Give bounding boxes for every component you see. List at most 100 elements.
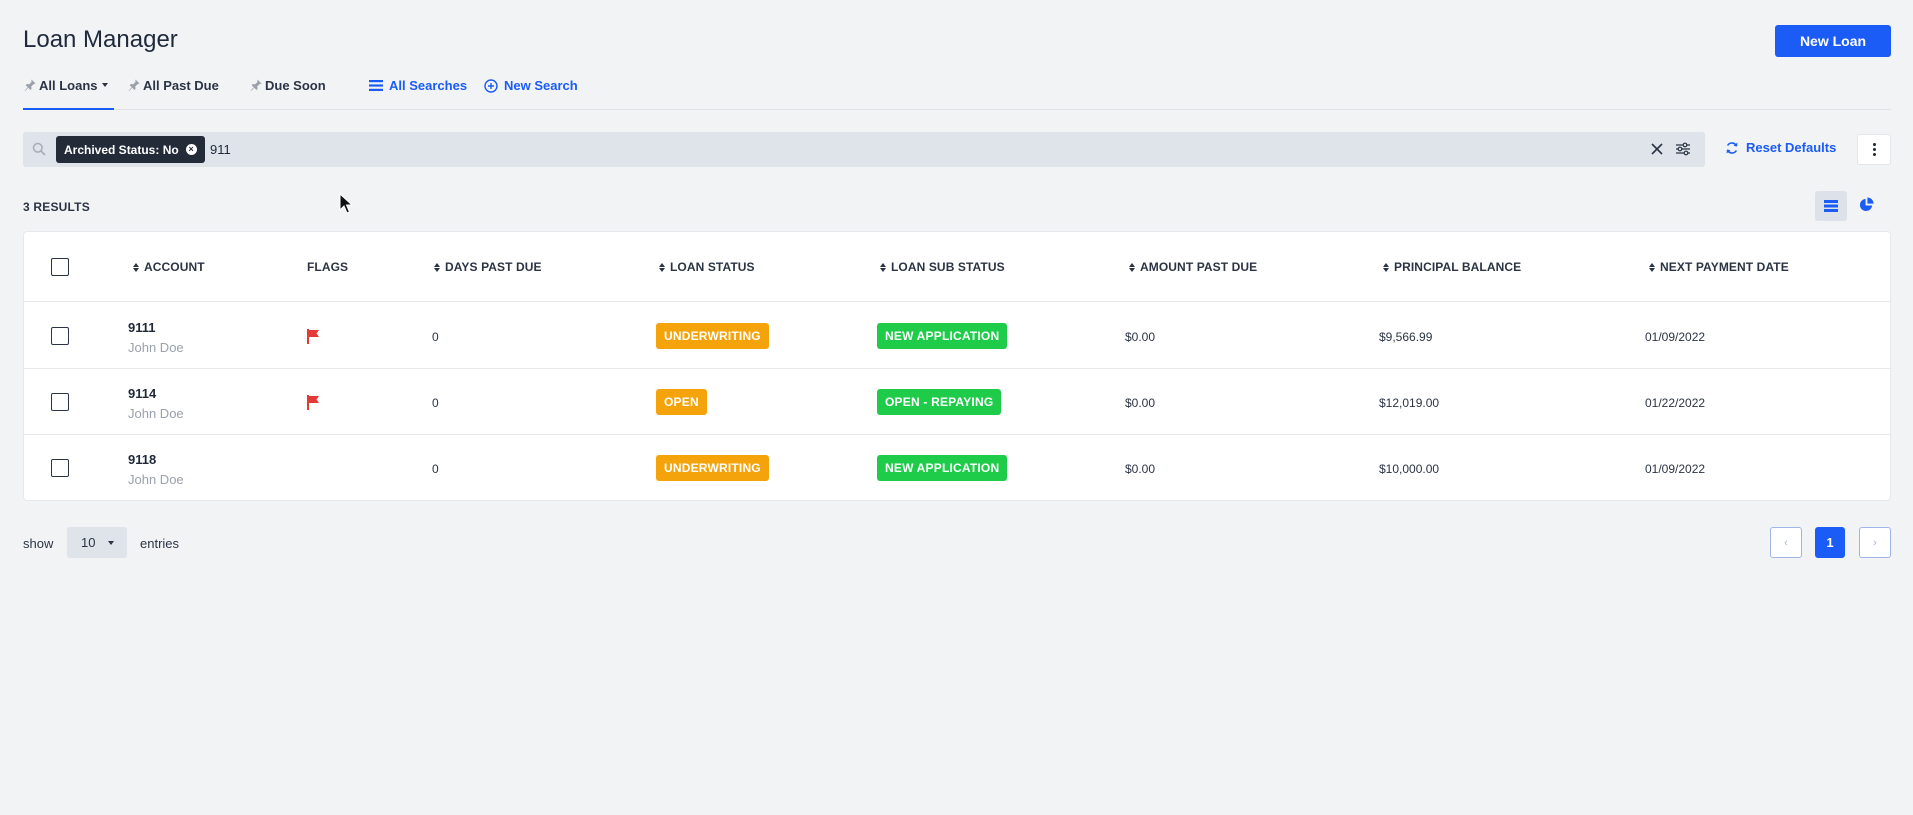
sort-icon <box>880 262 886 272</box>
account-link[interactable]: 9111 <box>128 320 156 335</box>
tab-label: All Loans <box>39 78 98 93</box>
tab-due-soon[interactable]: Due Soon <box>249 70 326 110</box>
refresh-icon <box>1726 141 1738 154</box>
column-flags: FLAGS <box>307 260 348 274</box>
results-count: 3 RESULTS <box>23 200 90 214</box>
column-label: LOAN SUB STATUS <box>891 260 1005 274</box>
account-link[interactable]: 9118 <box>128 452 156 467</box>
page-title: Loan Manager <box>23 26 178 53</box>
plus-circle-icon <box>484 79 498 93</box>
list-view-button[interactable] <box>1815 191 1847 221</box>
reset-defaults-label: Reset Defaults <box>1746 140 1837 155</box>
loan-sub-status-badge: NEW APPLICATION <box>877 455 1008 481</box>
days-past-due: 0 <box>432 462 439 476</box>
column-loan-status[interactable]: LOAN STATUS <box>659 260 755 274</box>
row-checkbox[interactable] <box>51 459 69 477</box>
column-next-payment-date[interactable]: NEXT PAYMENT DATE <box>1649 260 1789 274</box>
sort-icon <box>1129 262 1135 272</box>
entries-per-page-select[interactable]: 10 <box>67 527 127 558</box>
reset-defaults-button[interactable]: Reset Defaults <box>1725 140 1836 155</box>
tab-label: All Past Due <box>143 78 219 93</box>
entries-per-page-value: 10 <box>81 535 96 550</box>
new-search-link[interactable]: New Search <box>484 70 578 110</box>
table-row[interactable]: 9118 John Doe 0 UNDERWRITING NEW APPLICA… <box>24 435 1890 501</box>
amount-past-due: $0.00 <box>1125 396 1156 410</box>
next-page-button[interactable]: › <box>1859 527 1891 558</box>
days-past-due: 0 <box>432 396 439 410</box>
flag-icon[interactable] <box>307 329 321 344</box>
column-label: NEXT PAYMENT DATE <box>1660 260 1789 274</box>
column-account[interactable]: ACCOUNT <box>133 260 205 274</box>
column-label: ACCOUNT <box>144 260 205 274</box>
pin-icon <box>24 79 36 91</box>
column-loan-sub-status[interactable]: LOAN SUB STATUS <box>880 260 1005 274</box>
pin-icon <box>128 79 140 91</box>
sort-icon <box>133 262 139 272</box>
borrower-name: John Doe <box>128 406 184 421</box>
column-days-past-due[interactable]: DAYS PAST DUE <box>434 260 542 274</box>
table-row[interactable]: 9114 John Doe 0 OPEN OPEN - REPAYING $0.… <box>24 369 1890 435</box>
borrower-name: John Doe <box>128 472 184 487</box>
kebab-icon[interactable] <box>1857 134 1891 165</box>
principal-balance: $9,566.99 <box>1379 330 1433 344</box>
saved-search-tabs: All Loans All Past Due Due Soon All Sear… <box>23 70 1891 110</box>
borrower-name: John Doe <box>128 340 184 355</box>
all-searches-label: All Searches <box>389 78 468 93</box>
tab-label: Due Soon <box>265 78 326 93</box>
amount-past-due: $0.00 <box>1125 330 1156 344</box>
list-view-icon <box>1824 200 1838 212</box>
search-input[interactable] <box>210 138 1610 161</box>
table-row[interactable]: 9111 John Doe 0 UNDERWRITING NEW APPLICA… <box>24 303 1890 369</box>
days-past-due: 0 <box>432 330 439 344</box>
column-amount-past-due[interactable]: AMOUNT PAST DUE <box>1129 260 1257 274</box>
column-label: LOAN STATUS <box>670 260 755 274</box>
account-link[interactable]: 9114 <box>128 386 156 401</box>
loan-status-badge: UNDERWRITING <box>656 455 769 481</box>
new-search-label: New Search <box>504 78 578 93</box>
flag-icon[interactable] <box>307 395 321 410</box>
next-payment-date: 01/09/2022 <box>1645 330 1706 344</box>
table-header: ACCOUNT FLAGS DAYS PAST DUE LOAN STATUS … <box>24 232 1890 302</box>
new-loan-button[interactable]: New Loan <box>1775 25 1891 57</box>
sort-icon <box>659 262 665 272</box>
sort-icon <box>434 262 440 272</box>
chevron-down-icon[interactable] <box>101 83 108 87</box>
row-checkbox[interactable] <box>51 327 69 345</box>
page-1-button[interactable]: 1 <box>1815 527 1845 558</box>
list-icon <box>369 80 383 91</box>
cursor-icon <box>339 193 353 214</box>
chevron-down-icon <box>108 540 115 545</box>
column-label: DAYS PAST DUE <box>445 260 542 274</box>
row-checkbox[interactable] <box>51 393 69 411</box>
tab-all-past-due[interactable]: All Past Due <box>127 70 219 110</box>
filter-icon[interactable] <box>1675 142 1691 156</box>
remove-chip-icon[interactable]: × <box>185 144 197 155</box>
tab-all-loans[interactable]: All Loans <box>23 70 114 110</box>
pie-chart-icon[interactable] <box>1859 197 1874 212</box>
all-searches-link[interactable]: All Searches <box>369 70 467 110</box>
next-payment-date: 01/09/2022 <box>1645 462 1706 476</box>
show-label: show <box>23 536 54 551</box>
close-icon[interactable] <box>1650 142 1664 156</box>
loan-sub-status-badge: NEW APPLICATION <box>877 323 1008 349</box>
pin-icon <box>250 79 262 91</box>
search-icon <box>32 142 46 156</box>
filter-chip[interactable]: Archived Status: No × <box>56 136 205 163</box>
column-label: AMOUNT PAST DUE <box>1140 260 1258 274</box>
column-label: FLAGS <box>307 260 349 274</box>
amount-past-due: $0.00 <box>1125 462 1156 476</box>
principal-balance: $10,000.00 <box>1379 462 1440 476</box>
column-principal-balance[interactable]: PRINCIPAL BALANCE <box>1383 260 1521 274</box>
entries-label: entries <box>140 536 180 551</box>
prev-page-button[interactable]: ‹ <box>1770 527 1802 558</box>
next-payment-date: 01/22/2022 <box>1645 396 1706 410</box>
loan-sub-status-badge: OPEN - REPAYING <box>877 389 1002 415</box>
select-all-checkbox[interactable] <box>51 258 69 276</box>
search-bar[interactable]: Archived Status: No × <box>23 132 1705 167</box>
loan-status-badge: OPEN <box>656 389 707 415</box>
loan-status-badge: UNDERWRITING <box>656 323 769 349</box>
sort-icon <box>1383 262 1389 272</box>
sort-icon <box>1649 262 1655 272</box>
column-label: PRINCIPAL BALANCE <box>1394 260 1522 274</box>
filter-chip-label: Archived Status: No <box>64 142 179 157</box>
